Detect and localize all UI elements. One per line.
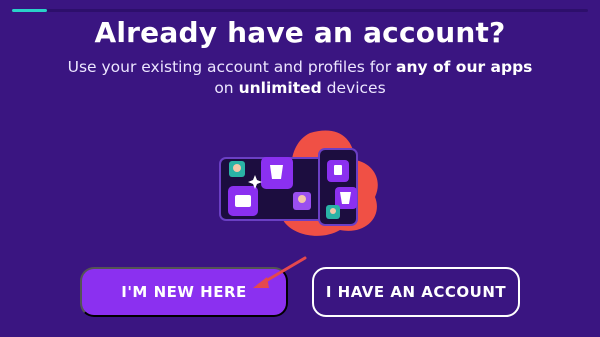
subtitle-text: on — [214, 79, 239, 97]
subtitle-text: devices — [321, 79, 386, 97]
page-title: Already have an account? — [94, 16, 506, 49]
red-arrow-icon — [253, 256, 307, 288]
i-have-an-account-button[interactable]: I HAVE AN ACCOUNT — [312, 267, 520, 317]
progress-bar-fill — [12, 9, 47, 12]
progress-bar — [12, 9, 588, 12]
subtitle-bold-unlimited: unlimited — [238, 79, 322, 97]
devices-illustration — [219, 130, 378, 236]
subtitle-bold-apps: any of our apps — [396, 58, 533, 76]
page-subtitle: Use your existing account and profiles f… — [60, 57, 540, 99]
subtitle-text: Use your existing account and profiles f… — [67, 58, 397, 76]
